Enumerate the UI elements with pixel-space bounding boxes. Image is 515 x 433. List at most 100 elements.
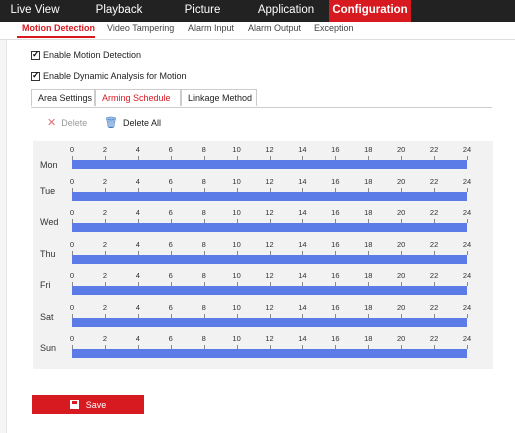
- hour-tick-label: 22: [429, 334, 439, 343]
- hour-tick-label: 4: [135, 208, 140, 217]
- hour-tick-label: 14: [298, 271, 307, 280]
- tab-video-tampering[interactable]: Video Tampering: [107, 23, 174, 33]
- hour-tick-label: 4: [135, 145, 140, 154]
- hour-tick-label: 6: [168, 208, 173, 217]
- hour-tick-label: 12: [265, 302, 274, 312]
- trash-icon: 🗑: [104, 117, 118, 129]
- hour-tick-label: 20: [396, 302, 406, 312]
- hour-tick-label: 14: [298, 239, 307, 249]
- hour-tick-label: 8: [201, 145, 206, 154]
- hour-tick-label: 8: [201, 271, 206, 280]
- enable-dynamic-analysis-option[interactable]: ✓ Enable Dynamic Analysis for Motion: [31, 70, 187, 81]
- hour-tick-label: 6: [168, 334, 173, 343]
- hour-tick-label: 6: [168, 145, 173, 154]
- hour-tick-label: 10: [232, 334, 241, 343]
- hour-tick-label: 20: [396, 208, 406, 217]
- hour-tick-label: 12: [265, 334, 274, 343]
- nav-picture[interactable]: Picture: [175, 0, 230, 22]
- nav-application[interactable]: Application: [250, 0, 322, 22]
- hour-tick-label: 24: [462, 334, 472, 343]
- hour-tick-label: 8: [201, 208, 206, 217]
- hour-tick-label: 22: [429, 302, 439, 312]
- schedule-bar-tue[interactable]: [72, 191, 467, 201]
- schedule-bar-mon[interactable]: [72, 160, 467, 169]
- hour-tick-label: 16: [331, 334, 340, 343]
- nav-configuration[interactable]: Configuration: [329, 0, 411, 22]
- schedule-row-wed: 0 2 4 6 8 10 12 14 16 18 20 22 24 Wed: [33, 208, 493, 236]
- day-label-fri: Fri: [40, 280, 51, 290]
- left-panel-edge: [0, 40, 7, 433]
- hour-tick-label: 4: [135, 334, 140, 343]
- enable-dynamic-analysis-checkbox[interactable]: ✓: [31, 70, 40, 81]
- hour-tick-label: 12: [265, 176, 274, 186]
- tab-arming-schedule[interactable]: Arming Schedule: [95, 89, 181, 106]
- schedule-row-fri: 0 2 4 6 8 10 12 14 16 18 20 22 24 Fri: [33, 271, 493, 299]
- hour-tick-label: 2: [102, 271, 107, 280]
- nav-live-view[interactable]: Live View: [0, 0, 70, 22]
- hour-tick-label: 6: [168, 176, 173, 186]
- hour-tick-label: 10: [232, 208, 241, 217]
- tab-alarm-input[interactable]: Alarm Input: [188, 23, 234, 33]
- schedule-row-thu: 0 2 4 6 8 10 12 14 16 18 20 22 24 Thu: [33, 240, 493, 268]
- hour-tick-label: 8: [201, 334, 206, 343]
- delete-button[interactable]: ✕ Delete: [47, 116, 87, 129]
- hour-tick-label: 0: [69, 334, 75, 343]
- hour-tick-label: 24: [462, 239, 472, 249]
- day-label-wed: Wed: [40, 217, 59, 227]
- enable-motion-detection-option[interactable]: ✓ Enable Motion Detection: [31, 48, 142, 60]
- hour-tick-label: 10: [232, 176, 241, 186]
- hour-tick-label: 14: [298, 145, 307, 154]
- hour-tick-mark: [467, 282, 468, 286]
- hour-tick-label: 6: [168, 302, 173, 312]
- hour-tick-mark: [467, 345, 468, 349]
- hour-tick-label: 18: [364, 239, 373, 249]
- day-label-mon: Mon: [40, 160, 58, 170]
- enable-motion-detection-checkbox[interactable]: ✓: [31, 48, 40, 60]
- hour-tick-label: 0: [69, 302, 75, 312]
- enable-motion-detection-label: Enable Motion Detection: [43, 50, 142, 60]
- hour-tick-label: 24: [462, 302, 472, 312]
- hour-tick-label: 14: [298, 334, 307, 343]
- close-icon: ✕: [47, 117, 57, 129]
- hour-tick-label: 18: [364, 145, 373, 154]
- hour-tick-label: 10: [232, 271, 241, 280]
- schedule-bar-thu[interactable]: [72, 254, 467, 264]
- hour-tick-label: 18: [364, 271, 373, 280]
- tab-exception[interactable]: Exception: [314, 23, 354, 33]
- tab-linkage-method[interactable]: Linkage Method: [181, 89, 257, 106]
- save-button[interactable]: Save: [32, 395, 144, 414]
- hour-tick-label: 2: [102, 334, 107, 343]
- hour-tick-label: 24: [462, 145, 472, 154]
- hour-tick-label: 8: [201, 176, 206, 186]
- hour-tick-label: 10: [232, 145, 241, 154]
- hour-tick-label: 10: [232, 302, 241, 312]
- hour-tick-mark: [467, 187, 468, 192]
- schedule-bar-sun[interactable]: [72, 349, 467, 358]
- hour-tick-label: 18: [364, 176, 373, 186]
- hour-tick-label: 20: [396, 334, 406, 343]
- hour-tick-label: 8: [201, 239, 206, 249]
- delete-all-button[interactable]: 🗑 Delete All: [104, 116, 161, 129]
- nav-playback[interactable]: Playback: [83, 0, 155, 22]
- hour-tick-mark: [467, 156, 468, 160]
- hour-tick-label: 16: [331, 208, 340, 217]
- schedule-bar-wed[interactable]: [72, 223, 467, 232]
- schedule-bar-fri[interactable]: [72, 286, 467, 295]
- hour-tick-label: 0: [69, 208, 75, 217]
- hour-tick-label: 22: [429, 208, 439, 217]
- schedule-bar-sat[interactable]: [72, 317, 467, 327]
- hour-tick-label: 16: [331, 239, 340, 249]
- hour-tick-label: 2: [102, 302, 107, 312]
- checkmark-icon: ✓: [32, 48, 40, 59]
- tab-alarm-output[interactable]: Alarm Output: [248, 23, 301, 33]
- hour-tick-label: 12: [265, 208, 274, 217]
- hour-tick-label: 16: [331, 145, 340, 154]
- delete-label: Delete: [61, 117, 88, 128]
- schedule-row-mon: 0 2 4 6 8 10 12 14 16 18 20 22 24 Mon: [33, 145, 493, 173]
- hour-tick-label: 24: [462, 176, 472, 186]
- hour-tick-label: 24: [462, 271, 472, 280]
- day-label-thu: Thu: [40, 248, 56, 259]
- tab-motion-detection[interactable]: Motion Detection: [22, 23, 95, 33]
- tab-area-settings[interactable]: Area Settings: [31, 89, 95, 106]
- top-navigation: Live View Playback Picture Application C…: [0, 0, 515, 22]
